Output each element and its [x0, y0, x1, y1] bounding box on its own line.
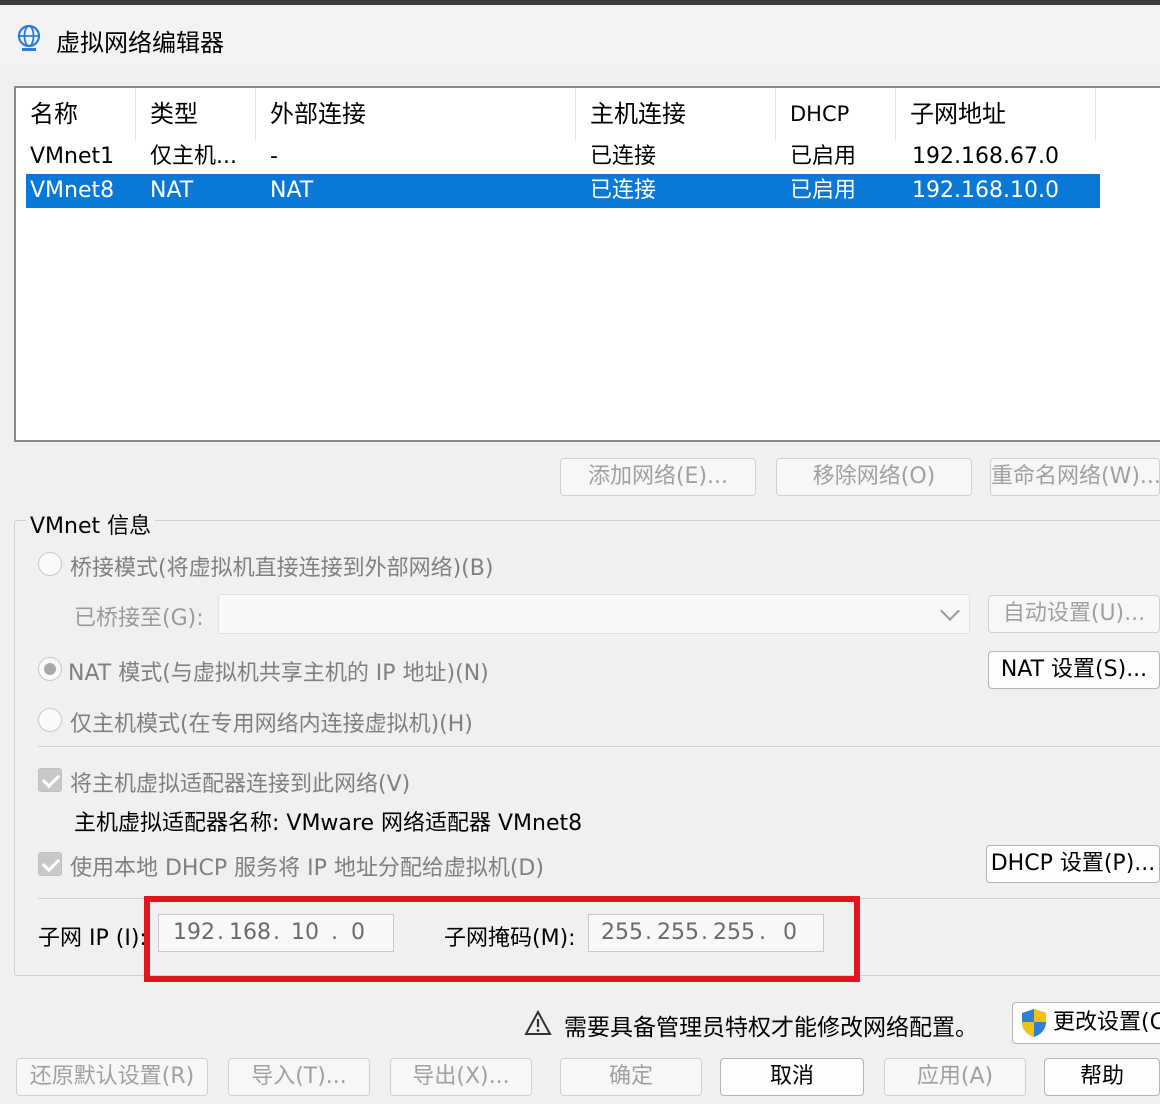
cell-host: 已连接 [590, 178, 657, 203]
adapter-name-label: 主机虚拟适配器名称: VMware 网络适配器 VMnet8 [74, 811, 583, 836]
column-header-name[interactable]: 名称 [16, 88, 136, 140]
apply-button[interactable]: 应用(A) [884, 1058, 1026, 1096]
window-title: 虚拟网络编辑器 [56, 29, 224, 57]
table-row-selected[interactable]: VMnet8 NAT NAT 已连接 已启用 192.168.10.0 [26, 174, 1100, 208]
nat-settings-button[interactable]: NAT 设置(S)... [988, 651, 1160, 689]
title-bar: 虚拟网络编辑器 [0, 5, 1160, 65]
cell-name: VMnet1 [30, 144, 115, 169]
dhcp-label: 使用本地 DHCP 服务将 IP 地址分配给虚拟机(D) [70, 856, 544, 881]
export-button[interactable]: 导出(X)... [390, 1058, 532, 1096]
nat-mode-radio[interactable] [38, 657, 62, 681]
column-header-host[interactable]: 主机连接 [576, 88, 776, 140]
cell-subnet: 192.168.67.0 [912, 144, 1059, 169]
uac-shield-icon [1022, 1009, 1046, 1037]
table-row[interactable]: VMnet1 仅主机... - 已连接 已启用 192.168.67.0 [26, 140, 1100, 174]
auto-settings-button[interactable]: 自动设置(U)... [988, 595, 1160, 633]
cell-type: 仅主机... [150, 144, 237, 169]
help-button[interactable]: 帮助 [1044, 1058, 1160, 1096]
rename-network-button[interactable]: 重命名网络(W)... [990, 458, 1160, 496]
change-settings-label: 更改设置(C) [1053, 1010, 1160, 1035]
cell-subnet: 192.168.10.0 [912, 178, 1059, 203]
bridge-mode-label: 桥接模式(将虚拟机直接连接到外部网络)(B) [70, 556, 494, 581]
column-header-dhcp[interactable]: DHCP [776, 88, 896, 140]
cell-dhcp: 已启用 [790, 144, 857, 169]
column-header-subnet[interactable]: 子网地址 [896, 88, 1096, 140]
network-list[interactable]: 名称 类型 外部连接 主机连接 DHCP 子网地址 VMnet1 仅主机... … [14, 86, 1160, 442]
cell-external: NAT [270, 178, 314, 203]
admin-warning-text: 需要具备管理员特权才能修改网络配置。 [564, 1015, 978, 1041]
bridged-to-label: 已桥接至(G): [74, 606, 204, 631]
vmnet-info-legend: VMnet 信息 [26, 508, 156, 540]
cell-dhcp: 已启用 [790, 178, 857, 203]
ok-button[interactable]: 确定 [560, 1058, 702, 1096]
subnet-ip-label: 子网 IP (I): [38, 926, 147, 951]
restore-defaults-button[interactable]: 还原默认设置(R) [16, 1058, 208, 1096]
warning-icon [524, 1010, 552, 1035]
bridged-to-select[interactable] [218, 594, 970, 634]
network-globe-icon [17, 24, 41, 51]
cancel-button[interactable]: 取消 [720, 1058, 864, 1096]
dhcp-settings-button[interactable]: DHCP 设置(P)... [986, 845, 1160, 883]
chevron-down-icon [940, 601, 960, 621]
red-highlight-box [144, 896, 860, 982]
host-only-label: 仅主机模式(在专用网络内连接虚拟机)(H) [70, 712, 473, 737]
nat-mode-label: NAT 模式(与虚拟机共享主机的 IP 地址)(N) [68, 661, 489, 686]
remove-network-button[interactable]: 移除网络(O) [776, 458, 972, 496]
connect-adapter-label: 将主机虚拟适配器连接到此网络(V) [70, 772, 411, 797]
cell-host: 已连接 [590, 144, 657, 169]
cell-type: NAT [150, 178, 194, 203]
column-header-type[interactable]: 类型 [136, 88, 256, 140]
import-button[interactable]: 导入(T)... [228, 1058, 370, 1096]
column-header-external[interactable]: 外部连接 [256, 88, 576, 140]
connect-adapter-checkbox[interactable] [38, 768, 62, 792]
list-header: 名称 类型 外部连接 主机连接 DHCP 子网地址 [16, 88, 1106, 140]
host-only-radio[interactable] [38, 708, 62, 732]
cell-name: VMnet8 [30, 178, 115, 203]
dhcp-checkbox[interactable] [38, 852, 62, 876]
separator [38, 746, 1160, 747]
bridge-mode-radio[interactable] [38, 552, 62, 576]
add-network-button[interactable]: 添加网络(E)... [560, 458, 756, 496]
cell-external: - [270, 144, 278, 169]
